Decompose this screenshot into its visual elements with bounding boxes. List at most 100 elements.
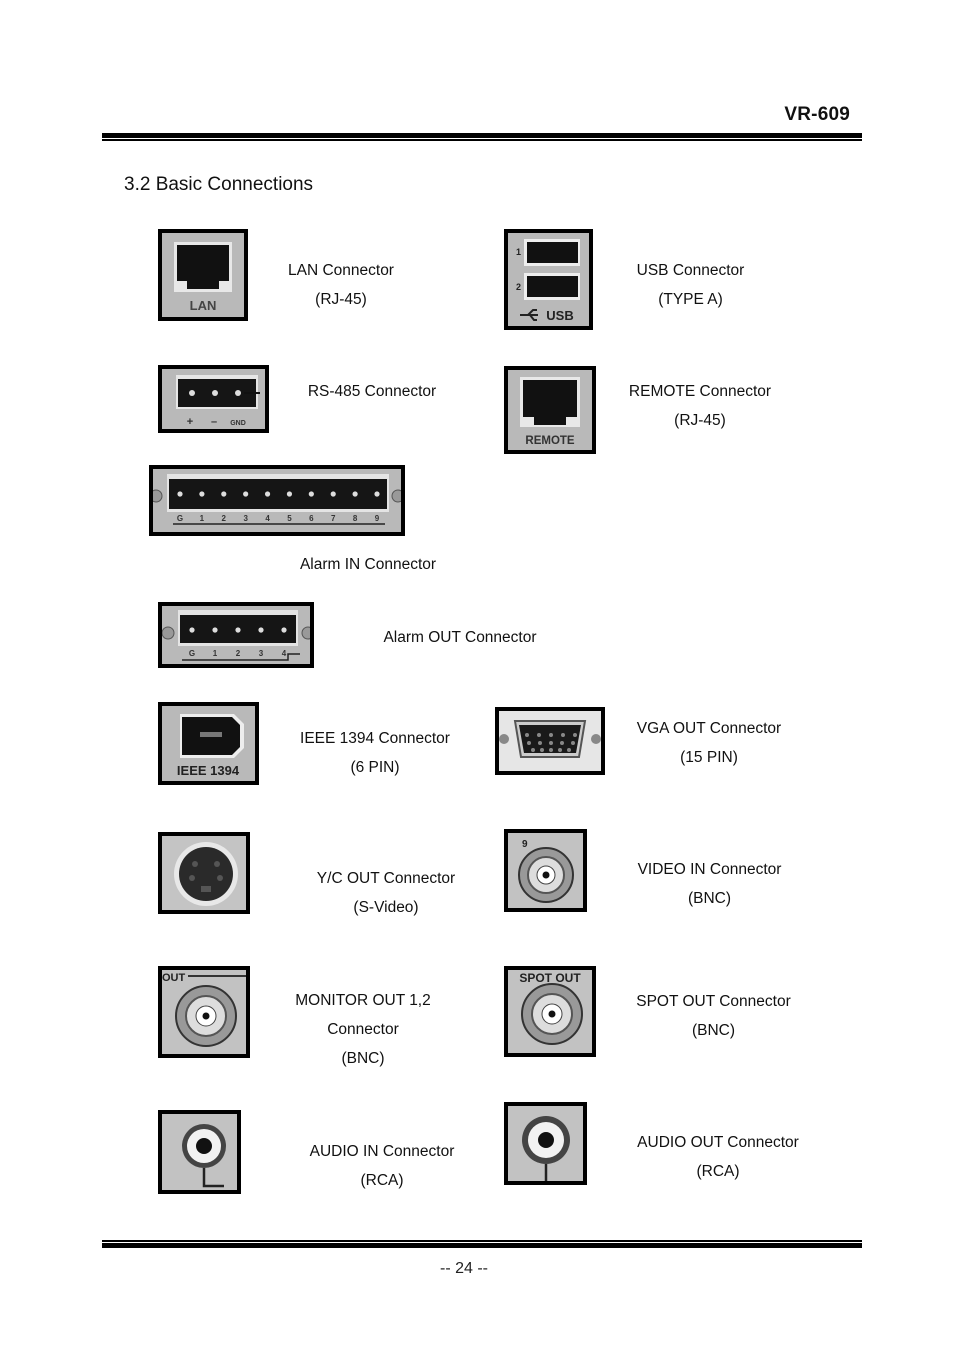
lan-connector-label: LAN Connector (RJ-45): [270, 256, 412, 314]
label-line: VIDEO IN Connector: [637, 861, 782, 878]
svg-text:1: 1: [516, 247, 521, 257]
section-title: 3.2 Basic Connections: [124, 174, 314, 195]
terminal-mark: 4: [265, 514, 270, 523]
terminal-block-icon: G 1 2 3 4 5 6 7 8 9: [153, 469, 401, 532]
terminal-mark: G: [177, 514, 183, 523]
terminal-mark: 6: [309, 514, 314, 523]
vga-pin: [549, 741, 553, 745]
terminal-pin: [177, 491, 183, 497]
header-rule-thin: [102, 139, 862, 141]
label-line: (S-Video): [353, 899, 419, 916]
audio-in-connector-label: AUDIO IN Connector (RCA): [296, 1137, 468, 1195]
vga-pin: [531, 748, 535, 752]
monitor-out-connector-label: MONITOR OUT 1,2 Connector (BNC): [283, 986, 443, 1073]
spot-out-port-photo: SPOT OUT: [504, 966, 596, 1057]
audio-in-port-photo: [158, 1110, 241, 1194]
svg-text:–: –: [211, 416, 217, 428]
rca-port-icon: [508, 1106, 583, 1181]
ieee1394-connector-label: IEEE 1394 Connector (6 PIN): [286, 724, 464, 782]
label-line: Alarm IN Connector: [299, 556, 437, 573]
vga-pin: [537, 733, 541, 737]
vga-pin: [540, 748, 544, 752]
rca-port-icon: [162, 1114, 237, 1190]
svg-text:IEEE 1394: IEEE 1394: [177, 763, 240, 778]
svg-text:GND: GND: [230, 420, 246, 427]
audio-out-connector-label: AUDIO OUT Connector (RCA): [620, 1128, 816, 1186]
lan-panel-label: LAN: [190, 298, 217, 313]
terminal-pin: [374, 491, 380, 497]
label-line: Alarm OUT Connector: [383, 629, 537, 646]
terminal-mark: G: [189, 649, 195, 658]
terminal-pin: [308, 491, 314, 497]
label-line: AUDIO OUT Connector: [637, 1134, 799, 1151]
terminal-pin: [286, 491, 293, 497]
svg-text:2: 2: [516, 282, 521, 292]
monitor-out-port-photo: OUT: [158, 966, 250, 1058]
svg-text:9: 9: [522, 839, 528, 850]
bnc-port-icon: SPOT OUT: [508, 970, 592, 1053]
vga-pin: [558, 748, 562, 752]
video-in-connector-label: VIDEO IN Connector (BNC): [622, 855, 797, 913]
audio-out-port-photo: [504, 1102, 587, 1185]
label-line: RS-485 Connector: [307, 383, 437, 400]
terminal-mark: 9: [375, 514, 380, 523]
footer-rule: [102, 1243, 862, 1248]
spot-out-connector-label: SPOT OUT Connector (BNC): [622, 987, 805, 1045]
vga-pin: [527, 741, 531, 745]
usb-port-photo: 1 2 USB: [504, 229, 593, 330]
video-in-port-photo: 9: [504, 829, 587, 912]
label-line: (15 PIN): [680, 749, 738, 766]
svideo-port-icon: [162, 836, 246, 910]
svg-text:+: +: [187, 416, 193, 428]
rj45-port-icon: REMOTE: [508, 370, 592, 450]
label-line: Y/C OUT Connector: [316, 870, 456, 887]
alarm-in-port-photo: G 1 2 3 4 5 6 7 8 9: [149, 465, 405, 536]
vga-port-photo: [495, 707, 605, 775]
label-line: (RCA): [360, 1172, 404, 1189]
terminal-mark: 1: [200, 514, 205, 523]
terminal-mark: 1: [213, 649, 218, 658]
terminal-mark: 5: [287, 514, 292, 523]
rj45-port-icon: LAN: [162, 233, 244, 317]
svg-text:SPOT OUT: SPOT OUT: [519, 971, 581, 985]
vga-pin: [525, 733, 529, 737]
terminal-pin: [199, 491, 205, 497]
vga-pin: [549, 748, 553, 752]
label-line: Connector: [327, 1021, 399, 1038]
document-model-header: VR-609: [784, 104, 850, 125]
svideo-port-photo: [158, 832, 250, 914]
terminal-pin: [281, 627, 287, 633]
terminal-pin: [221, 491, 227, 497]
vga-pin: [549, 733, 553, 737]
vga-connector-label: VGA OUT Connector (15 PIN): [624, 714, 794, 772]
terminal-block-icon: G 1 2 3 4: [162, 606, 310, 664]
vga-pin: [567, 748, 571, 752]
terminal-mark: 3: [259, 649, 264, 658]
vga-port-icon: [499, 711, 601, 771]
label-line: (BNC): [691, 1022, 736, 1039]
remote-connector-label: REMOTE Connector (RJ-45): [616, 377, 784, 435]
alarm-in-connector-label: Alarm IN Connector: [283, 550, 453, 579]
alarm-out-connector-label: Alarm OUT Connector: [370, 623, 550, 652]
vga-pin: [561, 733, 565, 737]
label-line: (BNC): [341, 1050, 385, 1067]
label-line: REMOTE Connector: [628, 383, 772, 400]
terminal-block-icon: + – GND: [162, 369, 265, 429]
terminal-pin: [264, 491, 271, 497]
rs485-port-photo: + – GND: [158, 365, 269, 433]
ieee1394-port-photo: IEEE 1394: [158, 702, 259, 785]
bnc-port-icon: OUT: [162, 970, 246, 1054]
label-line: (RJ-45): [674, 412, 726, 429]
label-line: SPOT OUT Connector: [636, 993, 791, 1010]
terminal-pin: [212, 627, 218, 633]
terminal-mark: 3: [243, 514, 248, 523]
usb-connector-label: USB Connector (TYPE A): [618, 256, 763, 314]
label-line: IEEE 1394 Connector: [300, 730, 450, 747]
lan-port-photo: LAN: [158, 229, 248, 321]
svg-text:USB: USB: [546, 308, 573, 323]
remote-port-photo: REMOTE: [504, 366, 596, 454]
usb-port-icon: 1 2 USB: [508, 233, 589, 326]
terminal-pin: [235, 627, 241, 633]
label-line: (TYPE A): [658, 291, 723, 308]
terminal-pin: [243, 491, 249, 497]
